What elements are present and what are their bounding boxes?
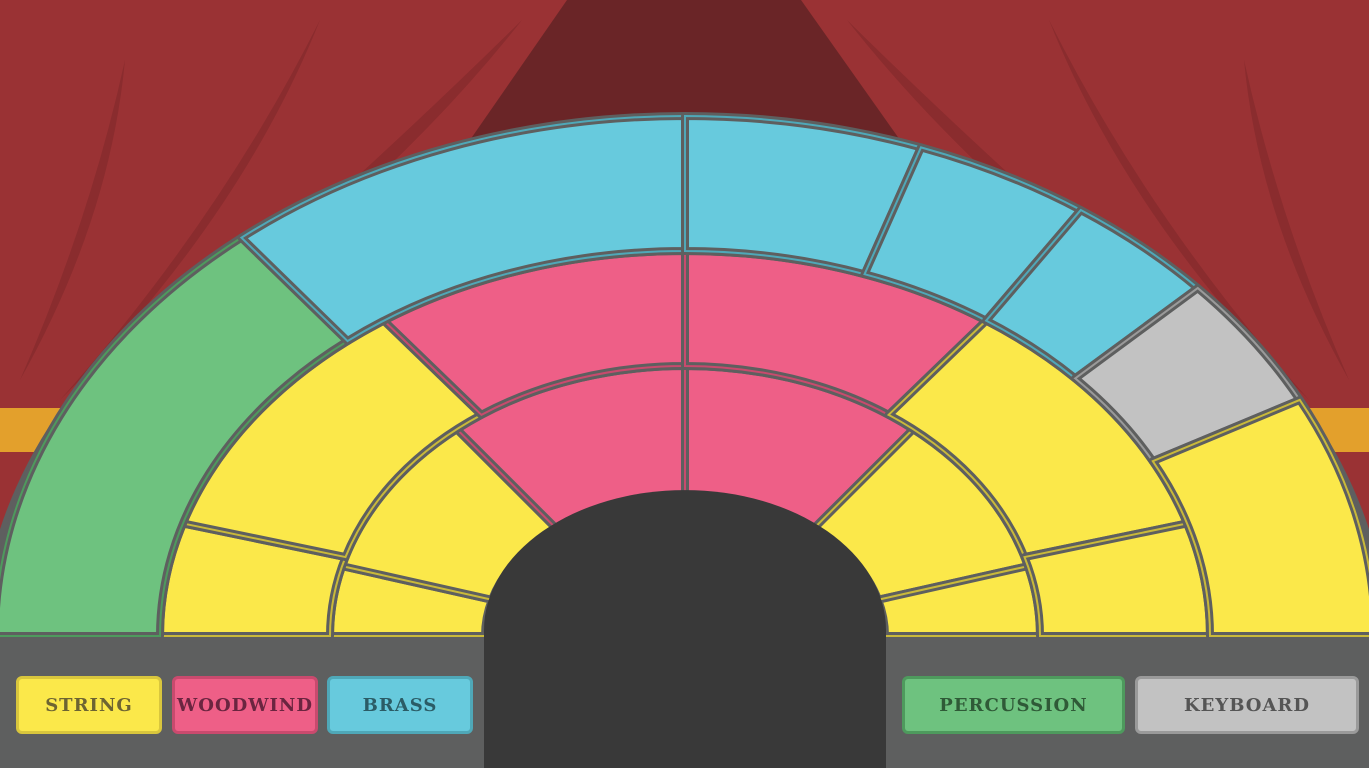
legend-woodwind-button[interactable]: WOODWIND <box>172 676 318 734</box>
legend-brass-button[interactable]: BRASS <box>327 676 473 734</box>
legend-woodwind-label: WOODWIND <box>177 694 313 716</box>
legend-string-button[interactable]: STRING <box>16 676 162 734</box>
legend-keyboard-label: KEYBOARD <box>1184 694 1310 716</box>
legend-brass-label: BRASS <box>362 694 438 716</box>
legend-percussion-label: PERCUSSION <box>939 694 1088 716</box>
legend-percussion-button[interactable]: PERCUSSION <box>902 676 1125 734</box>
conductor-podium <box>484 490 886 768</box>
legend-string-label: STRING <box>45 694 133 716</box>
legend-keyboard-button[interactable]: KEYBOARD <box>1135 676 1359 734</box>
orchestra-stage <box>0 0 1369 768</box>
